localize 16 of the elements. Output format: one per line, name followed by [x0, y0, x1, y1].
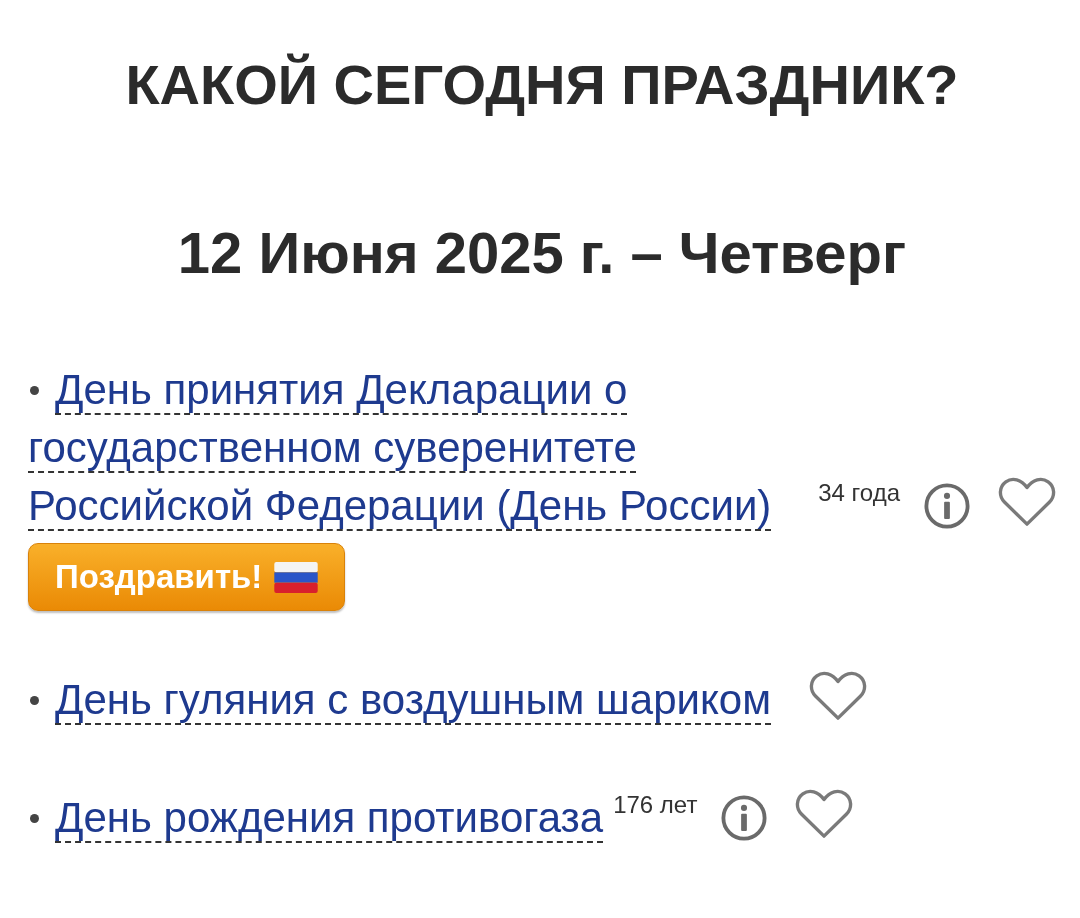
heart-icon[interactable] [998, 477, 1056, 527]
page-title: КАКОЙ СЕГОДНЯ ПРАЗДНИК? [124, 52, 960, 118]
bullet-icon [30, 813, 39, 823]
age-label: 34 года [818, 479, 900, 507]
age-label: 176 лет [613, 791, 698, 819]
info-icon[interactable] [924, 483, 970, 529]
info-icon[interactable] [721, 795, 768, 841]
bullet-icon [30, 695, 39, 705]
flag-icon [274, 561, 319, 593]
bullet-icon [30, 385, 39, 395]
date-heading: 12 Июня 2025 г. – Четверг [176, 219, 908, 287]
holiday-link[interactable]: День гуляния с воздушным шариком [28, 671, 772, 729]
heart-icon[interactable] [795, 789, 854, 839]
holiday-link[interactable]: День рождения противогаза [28, 789, 604, 847]
holiday-link[interactable]: День принятия Декларации о государственном суверенитете Российской Федерации (День России) [28, 361, 809, 535]
heart-icon[interactable] [809, 671, 868, 721]
